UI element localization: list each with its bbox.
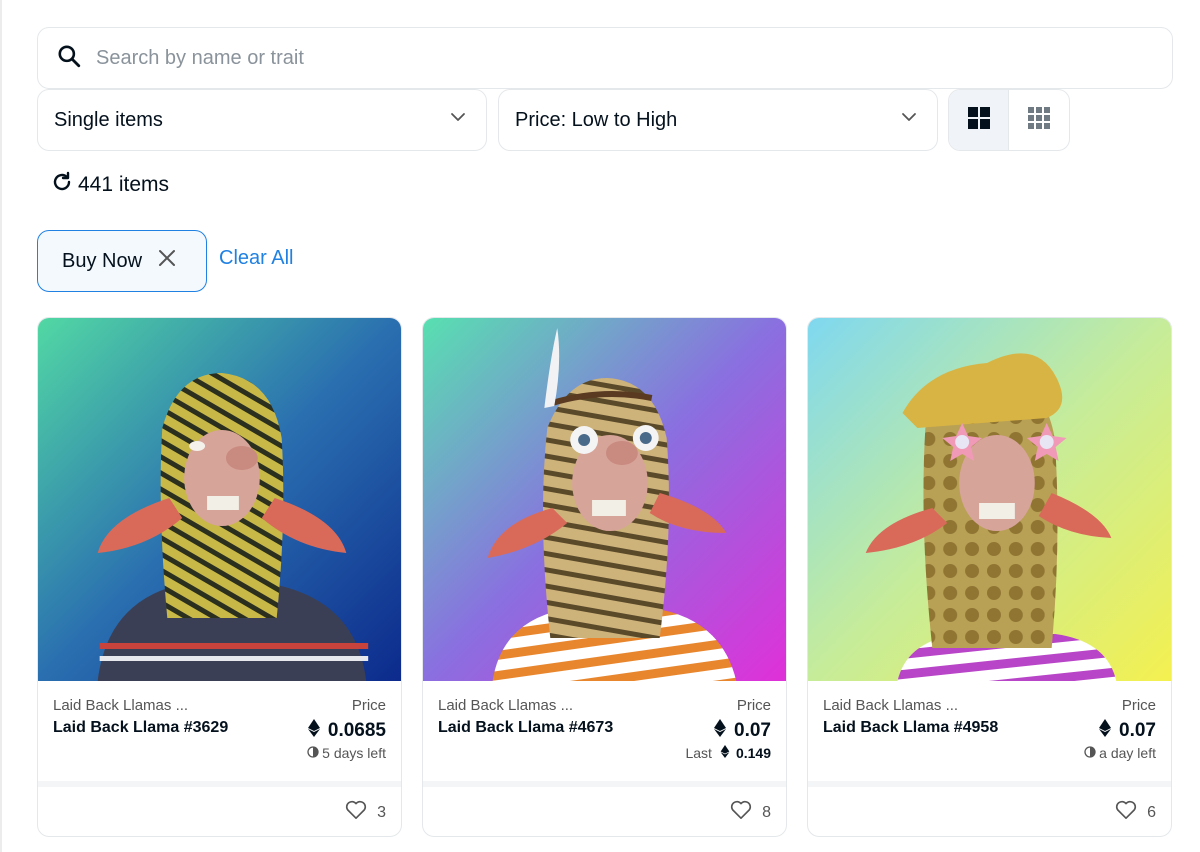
- time-left-label: 5 days left: [322, 745, 386, 761]
- last-sale-label: Last: [685, 745, 712, 761]
- nft-image[interactable]: [38, 318, 401, 681]
- price-value: 0.07: [1099, 719, 1156, 743]
- view-toggle: [948, 89, 1070, 151]
- nft-image[interactable]: [808, 318, 1171, 681]
- close-icon[interactable]: [142, 247, 178, 275]
- nft-info: Laid Back Llamas ... Laid Back Llama #36…: [38, 681, 401, 781]
- nft-info: Laid Back Llamas ... Laid Back Llama #46…: [423, 681, 786, 781]
- like-count: 3: [377, 803, 386, 821]
- heart-icon[interactable]: [345, 800, 377, 825]
- price-amount: 0.07: [1119, 720, 1156, 741]
- small-grid-icon: [1028, 106, 1050, 134]
- item-type-select-value: Single items: [54, 108, 163, 131]
- filter-chip-buy-now[interactable]: Buy Now: [37, 230, 207, 292]
- refresh-icon[interactable]: [50, 170, 78, 200]
- search-icon: [56, 43, 82, 74]
- price-amount: 0.07: [734, 720, 771, 741]
- eth-icon: [1099, 719, 1119, 743]
- price-amount: 0.0685: [327, 720, 386, 741]
- eth-icon: [714, 719, 734, 743]
- nft-name[interactable]: Laid Back Llama #3629: [53, 719, 228, 737]
- item-count: 441 items: [50, 170, 169, 200]
- last-sale: Last 0.149: [685, 745, 771, 761]
- nft-card[interactable]: Laid Back Llamas ... Laid Back Llama #46…: [422, 317, 787, 837]
- time-left: a day left: [1084, 745, 1156, 761]
- large-grid-icon: [967, 106, 990, 134]
- clock-icon: [307, 745, 322, 761]
- price-label: Price: [736, 697, 771, 714]
- price-value: 0.07: [714, 719, 771, 743]
- heart-icon[interactable]: [730, 800, 762, 825]
- nft-name[interactable]: Laid Back Llama #4673: [438, 719, 613, 737]
- eth-icon: [307, 719, 328, 743]
- small-grid-button[interactable]: [1009, 90, 1069, 150]
- clear-all-link[interactable]: Clear All: [219, 247, 293, 270]
- eth-icon: [712, 745, 732, 761]
- chevron-down-icon: [448, 107, 468, 133]
- price-value: 0.0685: [307, 719, 386, 743]
- search-input[interactable]: [96, 46, 996, 70]
- collection-name[interactable]: Laid Back Llamas ...: [823, 697, 958, 714]
- nft-name[interactable]: Laid Back Llama #4958: [823, 719, 998, 737]
- search-bar[interactable]: [37, 27, 1173, 89]
- sort-select-value: Price: Low to High: [515, 108, 678, 131]
- item-type-select[interactable]: Single items: [37, 89, 487, 151]
- chevron-down-icon: [899, 107, 919, 133]
- clock-icon: [1084, 745, 1099, 761]
- collection-name[interactable]: Laid Back Llamas ...: [53, 697, 188, 714]
- item-count-label: 441 items: [78, 173, 170, 196]
- price-label: Price: [1121, 697, 1156, 714]
- collection-name[interactable]: Laid Back Llamas ...: [438, 697, 573, 714]
- card-footer: 3: [38, 781, 401, 836]
- price-label: Price: [351, 697, 386, 714]
- time-left: 5 days left: [307, 745, 386, 761]
- time-left-label: a day left: [1099, 745, 1156, 761]
- nft-card[interactable]: Laid Back Llamas ... Laid Back Llama #49…: [807, 317, 1172, 837]
- page-left-border: [0, 0, 2, 852]
- nft-image[interactable]: [423, 318, 786, 681]
- nft-info: Laid Back Llamas ... Laid Back Llama #49…: [808, 681, 1171, 781]
- like-count: 6: [1147, 803, 1156, 821]
- card-footer: 8: [423, 781, 786, 836]
- sort-select[interactable]: Price: Low to High: [498, 89, 938, 151]
- last-sale-price: 0.149: [735, 745, 771, 761]
- large-grid-button[interactable]: [949, 90, 1010, 150]
- nft-card[interactable]: Laid Back Llamas ... Laid Back Llama #36…: [37, 317, 402, 837]
- card-footer: 6: [808, 781, 1171, 836]
- like-count: 8: [762, 803, 771, 821]
- filter-chip-label: Buy Now: [62, 249, 143, 272]
- heart-icon[interactable]: [1115, 800, 1147, 825]
